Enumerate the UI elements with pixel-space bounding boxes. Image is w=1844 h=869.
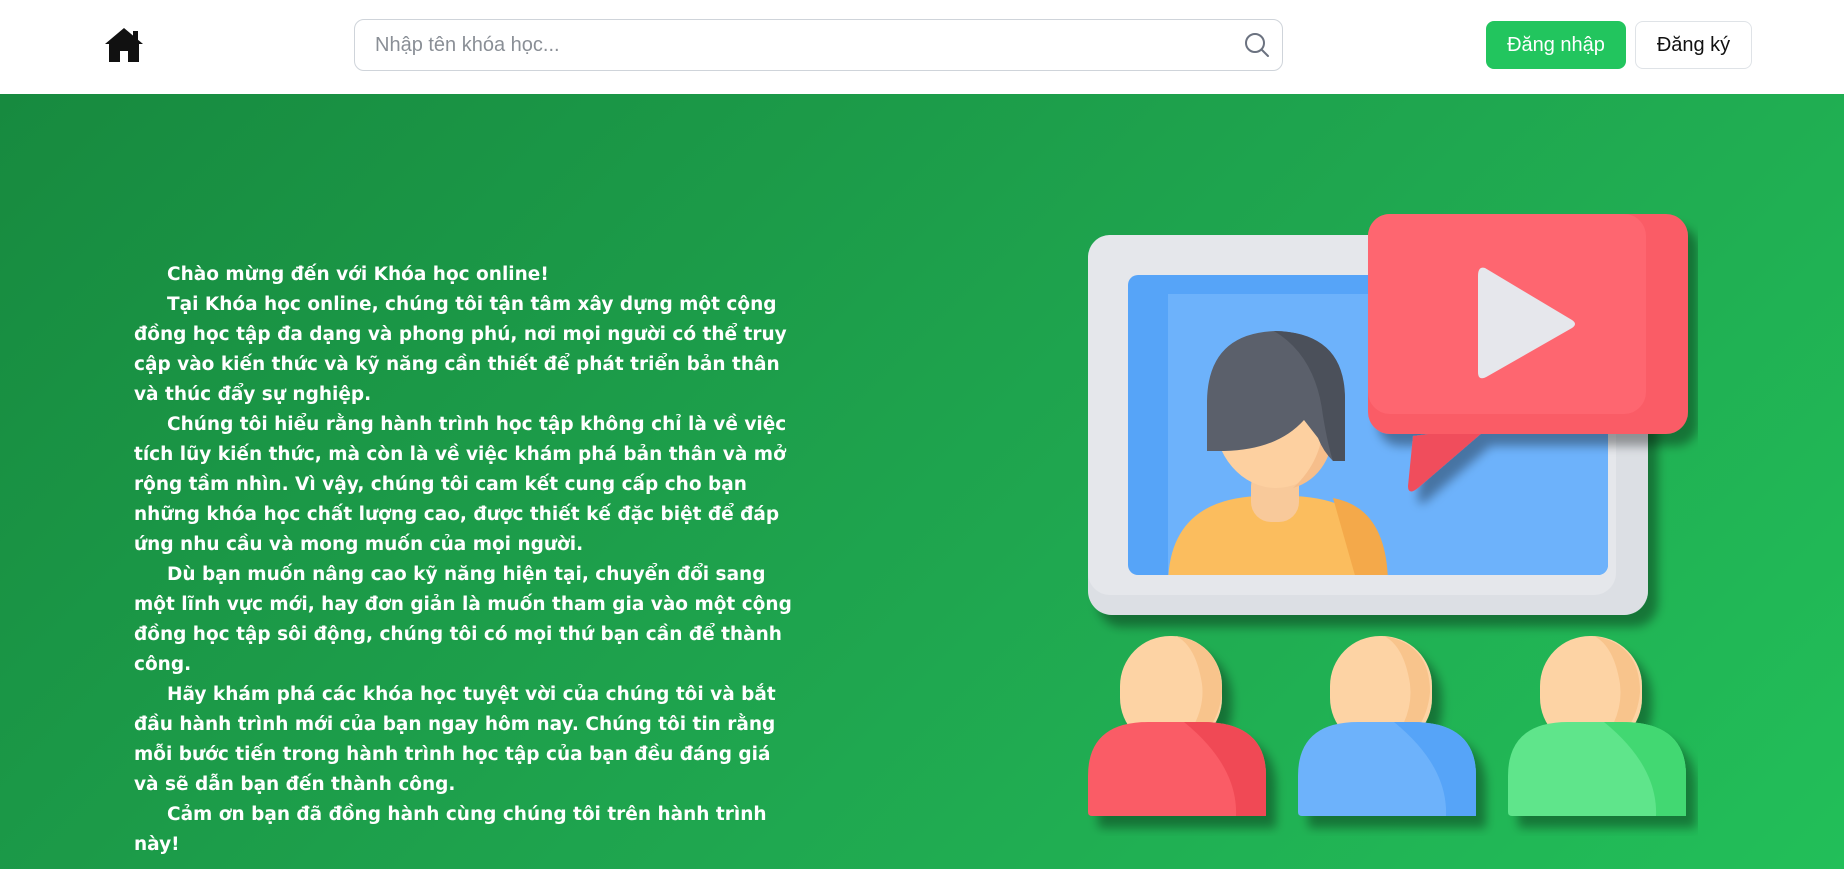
register-button[interactable]: Đăng ký [1635,21,1752,69]
login-button[interactable]: Đăng nhập [1486,21,1626,69]
intro-paragraph: Chúng tôi hiểu rằng hành trình học tập k… [134,414,787,555]
intro-paragraph-thanks: Cảm ơn bạn đã đồng hành cùng chúng tôi t… [134,804,767,855]
intro-text: Chào mừng đến với Khóa học online! Tại K… [134,260,794,860]
search-icon[interactable] [1244,32,1270,58]
home-icon[interactable] [103,26,145,64]
online-class-illustration [1088,214,1688,816]
intro-paragraph: Hãy khám phá các khóa học tuyệt vời của … [134,684,776,795]
search-bar [354,19,1283,71]
intro-paragraph-welcome: Chào mừng đến với Khóa học online! [167,264,549,285]
top-navbar: Đăng nhập Đăng ký [0,0,1844,94]
intro-paragraph: Dù bạn muốn nâng cao kỹ năng hiện tại, c… [134,564,792,675]
search-input[interactable] [375,20,1235,70]
intro-paragraph: Tại Khóa học online, chúng tôi tận tâm x… [134,294,787,405]
